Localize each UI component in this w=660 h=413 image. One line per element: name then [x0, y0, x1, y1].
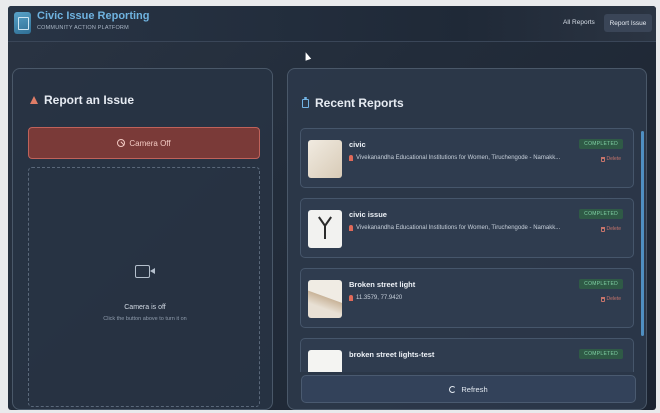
- camera-status-text: Camera is off: [124, 304, 166, 311]
- status-badge: COMPLETED: [579, 349, 623, 359]
- app-window: Civic Issue Reporting COMMUNITY ACTION P…: [8, 6, 656, 410]
- report-location: Vivekanandha Educational Institutions fo…: [349, 225, 560, 231]
- report-location-text: Vivekanandha Educational Institutions fo…: [356, 225, 561, 231]
- trash-icon: [600, 226, 605, 232]
- report-card[interactable]: civic issue Vivekanandha Educational Ins…: [300, 198, 634, 258]
- refresh-label: Refresh: [461, 384, 488, 394]
- status-badge: COMPLETED: [579, 139, 623, 149]
- trash-icon: [600, 156, 605, 162]
- video-camera-icon: [135, 265, 155, 278]
- status-badge: COMPLETED: [579, 279, 623, 289]
- report-location-text: 11.3579, 77.9420: [356, 295, 403, 301]
- report-thumbnail: [308, 280, 342, 318]
- camera-preview-area: Camera is off Click the button above to …: [28, 167, 260, 407]
- report-title: civic: [349, 140, 366, 149]
- y-shape-stem: [324, 225, 326, 239]
- map-pin-icon: [349, 295, 353, 301]
- refresh-icon: [449, 385, 457, 393]
- top-header: Civic Issue Reporting COMMUNITY ACTION P…: [8, 6, 656, 42]
- delete-button[interactable]: Delete: [600, 296, 621, 302]
- nav-all-reports[interactable]: All Reports: [563, 19, 595, 26]
- reports-list[interactable]: civic Vivekanandha Educational Instituti…: [300, 128, 642, 372]
- report-title: Broken street light: [349, 280, 416, 289]
- report-location-text: Vivekanandha Educational Institutions fo…: [356, 155, 561, 161]
- camera-button-label: Camera Off: [129, 138, 171, 148]
- app-title: Civic Issue Reporting: [37, 10, 150, 22]
- report-card[interactable]: Broken street light 11.3579, 77.9420 COM…: [300, 268, 634, 328]
- trash-icon: [600, 296, 605, 302]
- delete-label: Delete: [606, 156, 621, 162]
- map-pin-icon: [349, 155, 353, 161]
- camera-hint-text: Click the button above to turn it on: [103, 316, 187, 322]
- recent-panel-heading: Recent Reports: [302, 96, 404, 110]
- reports-scrollbar[interactable]: [641, 131, 644, 336]
- report-issue-panel: Report an Issue Camera Off Camera is off…: [12, 68, 273, 410]
- report-thumbnail: [308, 350, 342, 372]
- app-logo-icon: [14, 12, 31, 34]
- clipboard-icon: [302, 96, 309, 108]
- report-panel-heading: Report an Issue: [30, 93, 134, 107]
- ban-icon: [117, 139, 126, 147]
- refresh-button[interactable]: Refresh: [301, 375, 636, 403]
- report-card[interactable]: broken street lights-test COMPLETED: [300, 338, 634, 372]
- status-badge: COMPLETED: [579, 209, 623, 219]
- delete-label: Delete: [606, 226, 621, 232]
- report-location: Vivekanandha Educational Institutions fo…: [349, 155, 560, 161]
- report-thumbnail: [308, 140, 342, 178]
- mouse-cursor-icon: [302, 51, 312, 61]
- report-panel-title: Report an Issue: [44, 93, 135, 107]
- delete-label: Delete: [606, 296, 621, 302]
- report-title: civic issue: [349, 210, 387, 219]
- delete-button[interactable]: Delete: [600, 156, 621, 162]
- report-thumbnail: [308, 210, 342, 248]
- app-subtitle: COMMUNITY ACTION PLATFORM: [37, 25, 129, 31]
- nav-report-issue[interactable]: Report Issue: [604, 14, 652, 32]
- report-card[interactable]: civic Vivekanandha Educational Instituti…: [300, 128, 634, 188]
- map-pin-icon: [349, 225, 353, 231]
- delete-button[interactable]: Delete: [600, 226, 621, 232]
- warning-icon: [30, 96, 38, 104]
- report-title: broken street lights-test: [349, 350, 435, 359]
- recent-panel-title: Recent Reports: [315, 96, 404, 110]
- report-location: 11.3579, 77.9420: [349, 295, 402, 301]
- camera-toggle-button[interactable]: Camera Off: [28, 127, 260, 159]
- recent-reports-panel: Recent Reports civic Vivekanandha Educat…: [287, 68, 647, 410]
